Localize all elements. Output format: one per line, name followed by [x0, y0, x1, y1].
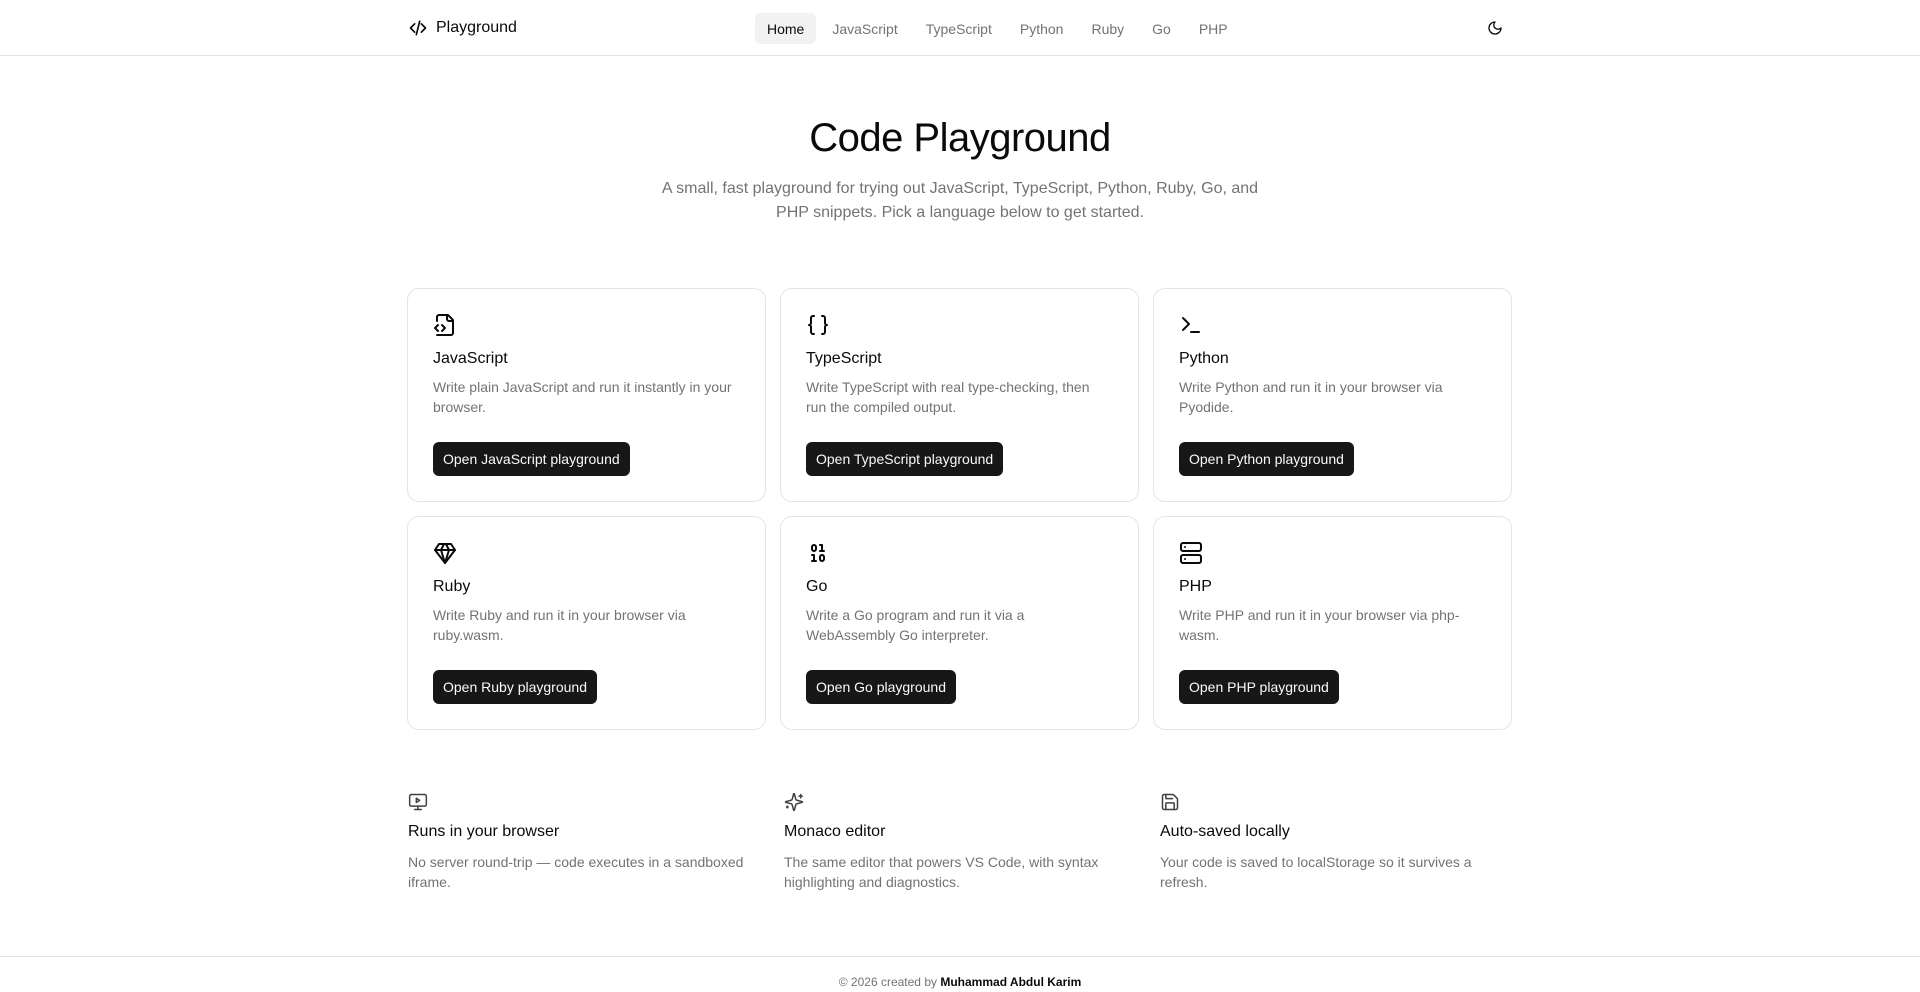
nav-javascript[interactable]: JavaScript [820, 13, 909, 44]
feature-description: The same editor that powers VS Code, wit… [784, 854, 1099, 890]
nav-php[interactable]: PHP [1187, 13, 1240, 44]
sparkles-icon [784, 792, 804, 812]
server-icon [1179, 541, 1203, 565]
card-description: Write TypeScript with real type-checking… [806, 379, 1090, 415]
terminal-icon [1179, 313, 1203, 337]
nav-typescript[interactable]: TypeScript [914, 13, 1004, 44]
gem-icon [433, 541, 457, 565]
brand-name: Playground [436, 19, 517, 36]
card-description: Write Python and run it in your browser … [1179, 379, 1443, 415]
page-title: Code Playground [809, 116, 1111, 160]
card-title: Ruby [433, 578, 471, 595]
feature-item: Runs in your browser No server round-tri… [408, 792, 784, 892]
card-title: Python [1179, 350, 1229, 367]
card-php: PHP Write PHP and run it in your browser… [1153, 516, 1512, 730]
feature-item: Auto-saved locally Your code is saved to… [1160, 792, 1514, 892]
card-typescript: TypeScript Write TypeScript with real ty… [780, 288, 1139, 502]
feature-description: No server round-trip — code executes in … [408, 854, 744, 890]
open-ruby-button[interactable]: Open Ruby playground [433, 670, 597, 704]
feature-title: Auto-saved locally [1160, 823, 1290, 840]
save-icon [1160, 792, 1180, 812]
card-title: JavaScript [433, 350, 508, 367]
theme-toggle-button[interactable] [1483, 16, 1507, 40]
open-python-button[interactable]: Open Python playground [1179, 442, 1354, 476]
feature-title: Monaco editor [784, 823, 886, 840]
feature-item: Monaco editor The same editor that power… [784, 792, 1160, 892]
brand-link[interactable]: Playground [408, 16, 517, 40]
footer-credit: © 2026 created by Muhammad Abdul Karim [0, 975, 1920, 989]
card-description: Write Ruby and run it in your browser vi… [433, 607, 686, 643]
open-javascript-button[interactable]: Open JavaScript playground [433, 442, 630, 476]
moon-icon [1488, 21, 1502, 35]
nav-go[interactable]: Go [1140, 13, 1183, 44]
features-section: Runs in your browser No server round-tri… [408, 792, 1514, 892]
feature-title: Runs in your browser [408, 823, 560, 840]
code-icon [409, 20, 427, 36]
top-navbar: Playground Home JavaScript TypeScript Py… [0, 0, 1920, 56]
card-title: Go [806, 578, 828, 595]
footer-prefix: © 2026 created by [838, 975, 937, 989]
card-description: Write PHP and run it in your browser via… [1179, 607, 1460, 643]
card-description: Write a Go program and run it via a WebA… [806, 607, 1025, 643]
nav-python[interactable]: Python [1008, 13, 1076, 44]
open-typescript-button[interactable]: Open TypeScript playground [806, 442, 1004, 476]
card-python: Python Write Python and run it in your b… [1153, 288, 1512, 502]
monitor-play-icon [408, 792, 428, 812]
open-go-button[interactable]: Open Go playground [806, 670, 956, 704]
card-title: PHP [1179, 578, 1212, 595]
footer: © 2026 created by Muhammad Abdul Karim [0, 956, 1920, 992]
footer-author: Muhammad Abdul Karim [940, 975, 1082, 989]
file-code-icon [433, 313, 457, 337]
card-title: TypeScript [806, 350, 882, 367]
card-javascript: JavaScript Write plain JavaScript and ru… [407, 288, 766, 502]
feature-description: Your code is saved to localStorage so it… [1160, 854, 1472, 890]
braces-icon [806, 313, 830, 337]
language-cards: JavaScript Write plain JavaScript and ru… [407, 288, 1513, 730]
card-description: Write plain JavaScript and run it instan… [433, 379, 732, 415]
open-php-button[interactable]: Open PHP playground [1179, 670, 1339, 704]
card-ruby: Ruby Write Ruby and run it in your brows… [407, 516, 766, 730]
binary-icon [806, 541, 830, 565]
page-subtitle: A small, fast playground for trying out … [661, 180, 1259, 221]
main-nav: Home JavaScript TypeScript Python Ruby G… [755, 13, 1240, 44]
card-go: Go Write a Go program and run it via a W… [780, 516, 1139, 730]
nav-home[interactable]: Home [755, 13, 817, 44]
nav-ruby[interactable]: Ruby [1079, 13, 1136, 44]
